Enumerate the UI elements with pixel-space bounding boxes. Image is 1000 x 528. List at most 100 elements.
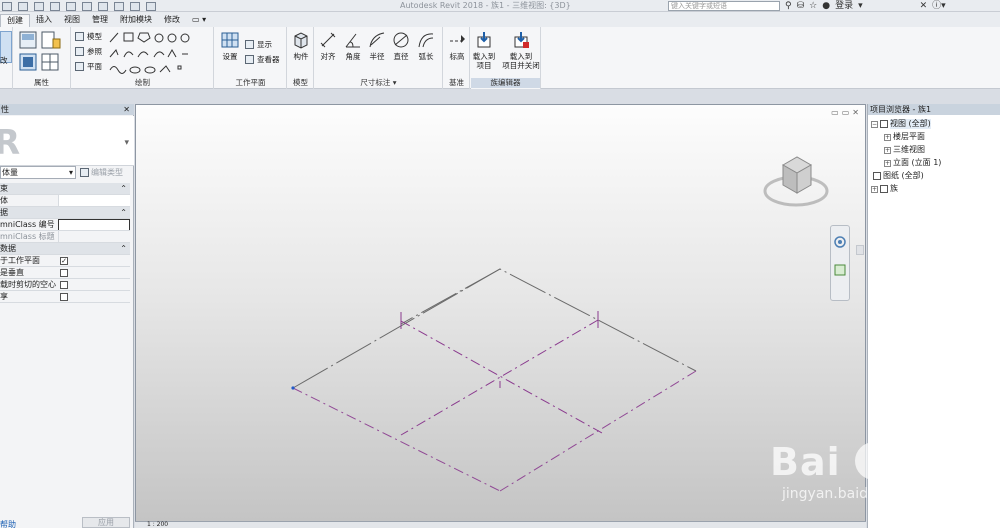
help-icon[interactable]: ⓘ▾: [932, 1, 946, 11]
properties-help-link[interactable]: 帮助: [0, 519, 16, 528]
shared-checkbox[interactable]: [60, 293, 68, 301]
omniclass-number-input[interactable]: [58, 219, 130, 230]
edit-type-button[interactable]: 编辑类型: [80, 166, 130, 179]
cut-with-voids-checkbox[interactable]: [60, 281, 68, 289]
sections-icon[interactable]: [130, 1, 140, 11]
tab-create[interactable]: 创建: [0, 14, 30, 27]
subscription-icon[interactable]: ⛁: [797, 1, 805, 11]
text-icon[interactable]: [98, 1, 108, 11]
tree-item-elevations[interactable]: + 立面 (立面 1): [884, 158, 941, 168]
expand-icon[interactable]: +: [884, 159, 891, 167]
model-line-tool[interactable]: 模型: [75, 31, 102, 42]
print-icon[interactable]: [66, 1, 76, 11]
expand-icon[interactable]: +: [871, 185, 878, 193]
view-canvas[interactable]: ▭ ▭ ✕: [135, 104, 866, 523]
tree-item-floor-plans[interactable]: + 楼层平面: [884, 132, 925, 142]
model-line-icon: [75, 32, 84, 41]
radial-dimension-button[interactable]: 半径: [366, 31, 388, 61]
chevron-down-icon[interactable]: ▾: [858, 1, 863, 11]
row-cut-with-voids: 载时剪切的空心: [0, 279, 130, 291]
radial-dimension-icon: [369, 32, 385, 48]
type-selector[interactable]: 体量 ▾: [0, 166, 76, 179]
preview-dropdown-icon[interactable]: ▾: [124, 138, 129, 148]
properties-panel-title: 属性: [34, 78, 49, 87]
dimension-panel-title[interactable]: 尺寸标注 ▾: [315, 78, 442, 88]
binoculars-icon[interactable]: ⚲: [785, 1, 792, 11]
load-into-project-icon: [477, 32, 491, 48]
row-host: 体: [0, 195, 130, 207]
views-icon: [880, 120, 888, 128]
expand-icon[interactable]: +: [884, 146, 891, 154]
set-workplane-button[interactable]: 设置: [219, 31, 241, 61]
component-button[interactable]: 构件: [290, 31, 312, 61]
workplane-viewer-button[interactable]: 查看器: [245, 54, 280, 65]
modify-panel: 改: [0, 27, 13, 89]
load-into-project-button[interactable]: 载入到 项目: [471, 31, 497, 70]
level-button[interactable]: 标高: [446, 31, 468, 61]
show-label: 显示: [257, 40, 272, 49]
family-types-icon[interactable]: [41, 31, 61, 49]
view-control-bar: 1 : 200: [135, 521, 866, 528]
reference-plane-label: 平面: [87, 62, 102, 71]
close-icon[interactable]: ✕: [123, 104, 130, 115]
tab-extra[interactable]: ▭ ▾: [186, 14, 212, 27]
load-into-project-label-2: 项目: [476, 61, 492, 70]
aligned-dimension-button[interactable]: 对齐: [317, 31, 339, 61]
load-into-project-and-close-button[interactable]: 载入到 项目并关闭: [501, 31, 541, 70]
3d-view-icon[interactable]: [114, 1, 124, 11]
tab-manage[interactable]: 管理: [86, 14, 114, 27]
arc-length-dimension-button[interactable]: 弧长: [415, 31, 437, 61]
aligned-dimension-label: 对齐: [320, 52, 336, 61]
tree-item-views[interactable]: − 视图 (全部): [871, 119, 931, 129]
component-icon: [294, 32, 308, 49]
chevron-down-icon: ▾: [68, 168, 73, 177]
reference-line-tool[interactable]: 参照: [75, 46, 102, 57]
properties-icon[interactable]: [19, 31, 37, 49]
view-scale[interactable]: 1 : 200: [147, 522, 168, 528]
expand-icon[interactable]: +: [884, 133, 891, 141]
section-constraints[interactable]: 束 ⌃: [0, 183, 130, 195]
reference-line-label: 参照: [87, 47, 102, 56]
redo-icon[interactable]: [50, 1, 60, 11]
user-icon[interactable]: ●: [822, 1, 830, 11]
ribbon: 改 属性 模型 参照 平面 绘制 设置 显示 查看器 工作平面 构件 模型 对齐…: [0, 27, 1000, 89]
close-hidden-icon[interactable]: [146, 1, 156, 11]
tab-view[interactable]: 视图: [58, 14, 86, 27]
draw-shape-tools[interactable]: [108, 30, 210, 74]
tree-item-sheets[interactable]: 图纸 (全部): [873, 171, 924, 181]
favorites-icon[interactable]: ☆: [809, 1, 817, 11]
workplane-based-checkbox[interactable]: ✓: [60, 257, 68, 265]
save-icon[interactable]: [18, 1, 28, 11]
exchange-icon[interactable]: ✕: [920, 1, 928, 11]
set-workplane-label: 设置: [222, 52, 238, 61]
always-vertical-checkbox[interactable]: [60, 269, 68, 277]
properties-header: 性 ✕: [0, 104, 134, 115]
collapse-icon[interactable]: −: [871, 120, 878, 128]
model-panel-title: 模型: [293, 78, 308, 87]
cut-with-voids-label: 载时剪切的空心: [0, 280, 56, 289]
tree-item-3d-views[interactable]: + 三维视图: [884, 145, 925, 155]
measure-icon[interactable]: [82, 1, 92, 11]
tree-item-families[interactable]: + 族: [871, 184, 898, 194]
search-input[interactable]: 键入关键字或短语: [668, 1, 780, 11]
properties-palette: 性 ✕ R ▾ 体量 ▾ 编辑类型 束 ⌃ 体 据 ⌃ mniClass 编号 mn…: [0, 104, 134, 528]
diameter-dimension-button[interactable]: 直径: [390, 31, 412, 61]
family-category-icon[interactable]: [19, 53, 37, 71]
level-label: 标高: [449, 52, 465, 61]
show-workplane-button[interactable]: 显示: [245, 39, 272, 50]
section-other[interactable]: 数据 ⌃: [0, 243, 130, 255]
section-identity-data[interactable]: 据 ⌃: [0, 207, 130, 219]
angular-dimension-button[interactable]: 角度: [342, 31, 364, 61]
tab-insert[interactable]: 插入: [30, 14, 58, 27]
grid-properties-icon[interactable]: [41, 53, 61, 71]
tab-addins[interactable]: 附加模块: [114, 14, 158, 27]
reference-plane-tool[interactable]: 平面: [75, 61, 102, 72]
row-host-value[interactable]: [58, 195, 130, 206]
tab-modify[interactable]: 修改: [158, 14, 186, 27]
collapse-icon: ⌃: [120, 208, 127, 217]
undo-icon[interactable]: [34, 1, 44, 11]
sign-in-button[interactable]: 登录: [835, 1, 853, 11]
apply-button[interactable]: 应用: [82, 517, 130, 528]
open-icon[interactable]: [2, 1, 12, 11]
radial-dimension-label: 半径: [369, 52, 385, 61]
